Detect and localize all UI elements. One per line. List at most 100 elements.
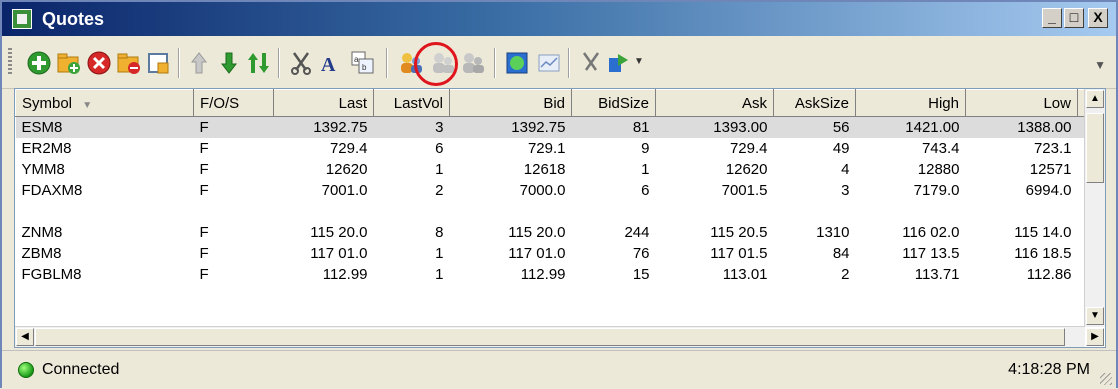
window-title: Quotes — [42, 9, 105, 29]
vertical-scroll-thumb[interactable] — [1086, 113, 1104, 183]
cell-bidsize: 15 — [632, 265, 650, 283]
cell-asksize: 56 — [773, 116, 856, 138]
cell-asksize: 49 — [832, 139, 850, 157]
cell-symbol: ESM8 — [15, 116, 194, 138]
add-icon[interactable] — [26, 50, 52, 76]
cell-lastvol: 1 — [435, 244, 444, 262]
minimize-button[interactable]: _ — [1042, 8, 1062, 28]
cell-fos: F — [199, 265, 209, 283]
cell-ask: 7001.5 — [721, 181, 768, 199]
quotes-table-body: ESM8 F 1392.75 3 1392.75 81 1393.00 56 1421.00 13… — [15, 116, 1103, 285]
move-up-icon[interactable] — [186, 50, 212, 76]
column-header-bidsize[interactable]: BidSize — [571, 89, 656, 117]
cell-symbol: FDAXM8 — [21, 181, 83, 199]
connection-status: Connected — [42, 361, 120, 378]
column-header-last[interactable]: Last — [273, 89, 374, 117]
cell-lastvol — [374, 201, 450, 222]
cell-asksize: 2 — [841, 265, 850, 283]
column-header-symbol[interactable]: Symbol ▼ — [15, 89, 194, 117]
table-row[interactable]: FGBLM8 F 112.99 1 112.99 15 113.01 2 113.71 112.8… — [16, 264, 1103, 285]
sort-icon[interactable] — [246, 50, 272, 76]
move-down-icon[interactable] — [216, 50, 242, 76]
column-header-ask[interactable]: Ask — [655, 89, 774, 117]
highlight-annotation — [414, 42, 458, 86]
cell-bidsize: 1 — [641, 160, 650, 178]
cell-ask: 115 20.5 — [710, 223, 768, 241]
cell-high: 1421.00 — [855, 116, 966, 138]
chart-icon[interactable] — [536, 50, 562, 76]
new-window-icon[interactable] — [146, 50, 172, 76]
column-header-low[interactable]: Low — [965, 89, 1078, 117]
cell-low: 6994.0 — [1025, 181, 1072, 199]
scroll-right-button[interactable]: ▶ — [1086, 328, 1104, 346]
close-button[interactable]: X — [1088, 8, 1108, 28]
cut-icon[interactable] — [288, 50, 314, 76]
cell-bidsize: 76 — [632, 244, 650, 262]
chevron-down-icon[interactable]: ▼ — [634, 56, 644, 67]
open-folder-icon[interactable] — [56, 50, 82, 76]
svg-text:b: b — [362, 63, 367, 72]
cell-bid: 7000.0 — [519, 181, 566, 199]
table-row[interactable]: ZBM8 F 117 01.0 1 117 01.0 76 117 01.5 84 117 13… — [16, 243, 1103, 264]
delete-icon[interactable] — [86, 50, 112, 76]
tools-icon[interactable] — [578, 50, 604, 76]
cell-ask: 1393.00 — [655, 116, 774, 138]
cell-symbol: FGBLM8 — [21, 265, 82, 283]
cell-bidsize: 9 — [641, 139, 650, 157]
cell-symbol — [16, 201, 194, 222]
connection-status-icon — [18, 362, 34, 378]
header-row: Symbol ▼ F/O/S Last LastVol Bid BidSize … — [15, 89, 1104, 117]
cell-asksize: 3 — [841, 181, 850, 199]
column-header-high[interactable]: High — [855, 89, 966, 117]
toolbar: A a b ▼ ▼ — [2, 36, 1116, 89]
cell-high: 117 13.5 — [902, 244, 960, 262]
vertical-scrollbar[interactable]: ▲ ▼ — [1084, 89, 1105, 327]
cell-last: 7001.0 — [321, 181, 368, 199]
export-icon[interactable] — [606, 50, 632, 76]
cell-high: 12880 — [917, 160, 960, 178]
cell-fos — [194, 201, 274, 222]
table-row[interactable]: ER2M8 F 729.4 6 729.1 9 729.4 49 743.4 723.1 — [16, 138, 1103, 159]
users-remove-icon[interactable] — [460, 50, 486, 76]
horizontal-scroll-thumb[interactable] — [35, 328, 1065, 346]
cell-bid: 112.99 — [520, 265, 566, 283]
globe-icon[interactable] — [504, 50, 530, 76]
cell-bid: 729.1 — [527, 139, 566, 157]
table-row[interactable]: ZNM8 F 115 20.0 8 115 20.0 244 115 20.5 1310 116… — [16, 222, 1103, 243]
cell-high: 116 02.0 — [902, 223, 960, 241]
folder-icon[interactable] — [116, 50, 142, 76]
column-header-lastvol[interactable]: LastVol — [373, 89, 450, 117]
cell-low: 116 18.5 — [1014, 244, 1072, 262]
cell-low: 723.1 — [1033, 139, 1072, 157]
cell-lastvol: 1 — [435, 265, 444, 283]
cell-last: 117 01.0 — [310, 244, 368, 262]
cell-asksize: 84 — [832, 244, 850, 262]
table-row[interactable]: YMM8 F 12620 1 12618 1 12620 4 12880 12571 — [16, 159, 1103, 180]
scroll-up-button[interactable]: ▲ — [1086, 90, 1104, 108]
cell-bid — [450, 201, 572, 222]
horizontal-scrollbar[interactable]: ◀ — [15, 326, 1085, 347]
table-row[interactable]: ESM8 F 1392.75 3 1392.75 81 1393.00 56 1421.00 13… — [15, 116, 1103, 138]
scroll-left-button[interactable]: ◀ — [16, 328, 34, 346]
toolbar-separator — [386, 48, 388, 78]
table-row[interactable] — [16, 201, 1103, 222]
title-bar[interactable]: Quotes _ □ X — [2, 2, 1116, 36]
copy-format-icon[interactable]: a b — [350, 50, 376, 76]
cell-ask: 12620 — [725, 160, 768, 178]
cell-fos: F — [199, 139, 209, 157]
toolbar-grip[interactable] — [8, 48, 12, 76]
column-header-fos[interactable]: F/O/S — [193, 89, 274, 117]
scroll-down-button[interactable]: ▼ — [1086, 307, 1104, 325]
maximize-button[interactable]: □ — [1064, 8, 1084, 28]
cell-symbol: YMM8 — [21, 160, 65, 178]
column-header-bid[interactable]: Bid — [449, 89, 572, 117]
toolbar-overflow-icon[interactable]: ▼ — [1094, 58, 1106, 72]
resize-grip[interactable] — [1100, 373, 1112, 385]
font-icon[interactable]: A — [318, 50, 344, 76]
cell-fos: F — [199, 181, 209, 199]
svg-text:A: A — [321, 54, 336, 76]
cell-symbol: ZNM8 — [21, 223, 63, 241]
cell-ask — [656, 201, 774, 222]
table-row[interactable]: FDAXM8 F 7001.0 2 7000.0 6 7001.5 3 7179.0 6994.0… — [16, 180, 1103, 201]
column-header-asksize[interactable]: AskSize — [773, 89, 856, 117]
